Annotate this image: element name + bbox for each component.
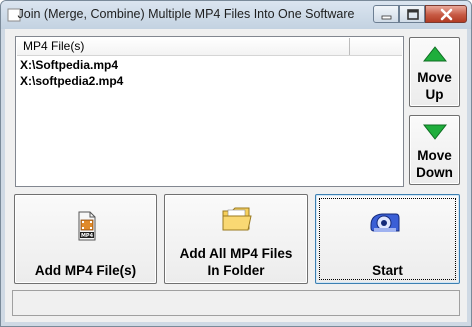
move-up-button[interactable]: Move Up [409, 37, 460, 107]
list-header: MP4 File(s) [17, 38, 402, 56]
arrow-up-icon [423, 46, 447, 62]
start-label: Start [372, 263, 403, 278]
minimize-icon [381, 15, 392, 20]
status-bar [12, 290, 460, 316]
watermark-logo [84, 89, 214, 129]
column-header-mp4-files[interactable]: MP4 File(s) [17, 38, 350, 55]
client-area: MP4 File(s) X:\Softpedia.mp4 X:\softpedi… [5, 29, 467, 322]
file-rows: X:\Softpedia.mp4 X:\softpedia2.mp4 [17, 57, 402, 89]
arrow-down-icon [423, 124, 447, 140]
add-all-mp4-in-folder-button[interactable]: Add All MP4 Files In Folder [164, 194, 308, 284]
tape-dispenser-icon [370, 213, 400, 232]
list-item[interactable]: X:\Softpedia.mp4 [17, 57, 402, 73]
column-header-empty[interactable] [350, 38, 402, 55]
maximize-icon [407, 9, 419, 20]
add-mp4-files-button[interactable]: MP4 Add MP4 File(s) [14, 194, 157, 284]
move-down-button[interactable]: Move Down [409, 115, 460, 185]
window-title: Join (Merge, Combine) Multiple MP4 Files… [17, 7, 355, 21]
mp4-file-icon: MP4 [78, 211, 96, 241]
maximize-button[interactable] [399, 5, 425, 23]
close-icon [440, 8, 453, 21]
add-mp4-files-label: Add MP4 File(s) [34, 263, 137, 278]
move-up-label: Move Up [417, 70, 452, 102]
add-all-mp4-label: Add All MP4 Files In Folder [179, 246, 293, 278]
minimize-button[interactable] [373, 5, 399, 23]
mp4-file-list[interactable]: MP4 File(s) X:\Softpedia.mp4 X:\softpedi… [15, 36, 404, 187]
svg-text:MP4: MP4 [81, 233, 94, 239]
app-window: Join (Merge, Combine) Multiple MP4 Files… [0, 0, 472, 327]
folder-icon [222, 207, 252, 231]
title-bar[interactable]: Join (Merge, Combine) Multiple MP4 Files… [1, 1, 471, 29]
start-button[interactable]: Start [315, 194, 460, 284]
close-button[interactable] [425, 5, 467, 23]
list-item[interactable]: X:\softpedia2.mp4 [17, 73, 402, 89]
move-down-label: Move Down [416, 148, 453, 180]
